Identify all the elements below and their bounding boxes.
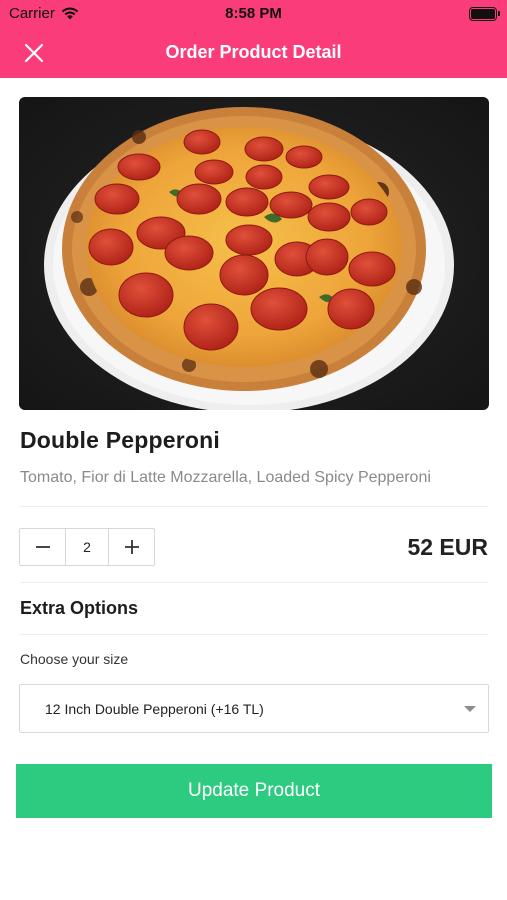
status-bar: Carrier 8:58 PM	[0, 0, 507, 28]
pizza-photo	[44, 107, 454, 410]
page-title: Order Product Detail	[165, 42, 342, 62]
battery-icon	[469, 7, 500, 21]
minus-icon	[35, 546, 50, 548]
quantity-stepper: 2	[19, 528, 155, 566]
product-price: 52 EUR	[407, 534, 488, 560]
extra-options-title: Extra Options	[20, 598, 139, 618]
size-label: Choose your size	[20, 651, 129, 667]
product-name: Double Pepperoni	[20, 427, 220, 453]
order-product-detail-screen: Carrier 8:58 PM Order Product Detail Dou…	[0, 0, 507, 900]
size-select[interactable]: 12 Inch Double Pepperoni (+16 TL)	[19, 684, 489, 733]
divider	[20, 582, 488, 583]
top-bar: Carrier 8:58 PM Order Product Detail	[0, 0, 507, 78]
plus-icon	[124, 540, 139, 554]
divider	[20, 634, 488, 635]
quantity-value[interactable]: 2	[65, 529, 109, 565]
clock: 8:58 PM	[225, 5, 282, 22]
increase-quantity-button[interactable]	[109, 529, 154, 565]
nav-header: Order Product Detail	[0, 28, 507, 78]
product-image	[19, 97, 489, 410]
decrease-quantity-button[interactable]	[20, 529, 65, 565]
product-description: Tomato, Fior di Latte Mozzarella, Loaded…	[20, 469, 431, 486]
divider	[20, 506, 488, 507]
caret-down-icon	[464, 706, 476, 712]
size-select-value: 12 Inch Double Pepperoni (+16 TL)	[45, 701, 264, 717]
update-product-button[interactable]: Update Product	[16, 764, 492, 818]
